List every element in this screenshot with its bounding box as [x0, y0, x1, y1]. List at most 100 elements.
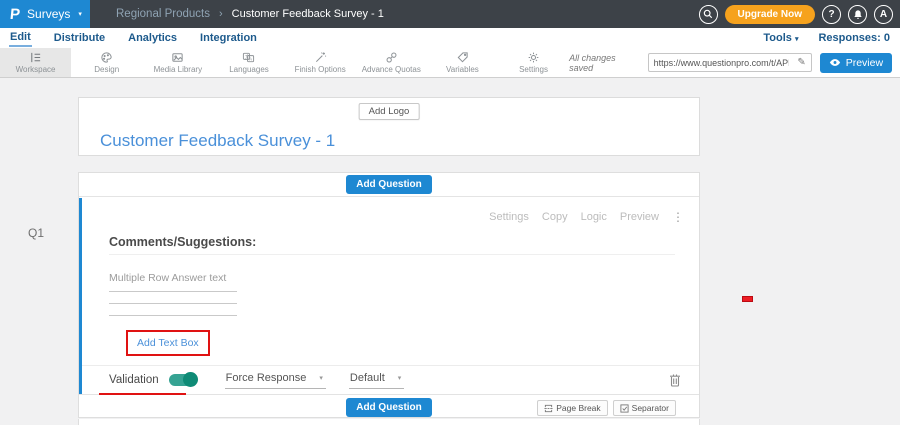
- add-question-row-top: Add Question: [79, 173, 699, 197]
- responses-count-link[interactable]: Responses: 0: [818, 32, 890, 44]
- breadcrumb-folder[interactable]: Regional Products: [116, 8, 210, 20]
- page-break-button[interactable]: Page Break: [537, 400, 607, 416]
- tab-analytics[interactable]: Analytics: [127, 30, 178, 46]
- toolbar-tab-settings[interactable]: Settings: [498, 48, 569, 77]
- edit-url-icon[interactable]: ✎: [792, 57, 810, 68]
- preview-button[interactable]: Preview: [820, 53, 892, 73]
- autosave-status: All changes saved: [569, 53, 639, 73]
- toolbar-tab-finish-options[interactable]: Finish Options: [285, 48, 356, 77]
- magic-wand-icon: [314, 51, 327, 64]
- toolbar-tab-label: Finish Options: [295, 65, 346, 74]
- separator-label: Separator: [632, 403, 669, 413]
- upgrade-now-button[interactable]: Upgrade Now: [725, 5, 815, 24]
- tab-distribute[interactable]: Distribute: [53, 30, 106, 46]
- surveys-menu[interactable]: P Surveys ▾: [0, 0, 90, 28]
- toolbar-tab-variables[interactable]: Variables: [427, 48, 498, 77]
- answer-placeholder[interactable]: Multiple Row Answer text: [109, 272, 226, 284]
- svg-text:A: A: [250, 56, 254, 61]
- survey-title[interactable]: Customer Feedback Survey - 1: [100, 131, 335, 151]
- question-logic-link[interactable]: Logic: [581, 211, 607, 223]
- force-response-dropdown[interactable]: Force Response ▾: [225, 372, 326, 389]
- topbar-actions: Upgrade Now ? A: [699, 5, 900, 24]
- toolbar-tab-design[interactable]: Design: [71, 48, 142, 77]
- breadcrumb-separator-icon: ›: [219, 8, 223, 20]
- survey-url-box: ✎: [648, 53, 812, 72]
- question-actions: Settings Copy Logic Preview ⋮: [489, 210, 685, 224]
- workspace-icon: [29, 51, 42, 64]
- question-footer-bar: Validation Force Response ▾ Default ▾: [82, 365, 699, 394]
- red-annotation-underline: [99, 393, 186, 395]
- question-card: Settings Copy Logic Preview ⋮ Comments/S…: [79, 198, 699, 394]
- chevron-down-icon: ▾: [319, 374, 323, 382]
- default-label: Default: [350, 372, 385, 384]
- tab-integration[interactable]: Integration: [199, 30, 258, 46]
- default-dropdown[interactable]: Default ▾: [349, 372, 404, 389]
- add-question-button-top[interactable]: Add Question: [346, 175, 432, 194]
- answer-row-line[interactable]: [109, 291, 237, 292]
- avatar-letter: A: [880, 9, 887, 20]
- edit-toolbar: Workspace Design Media Library 文A Langua…: [0, 48, 900, 78]
- question-preview-link[interactable]: Preview: [620, 211, 659, 223]
- answer-row-line[interactable]: [109, 315, 237, 316]
- gear-icon: [527, 51, 540, 64]
- notifications-button[interactable]: [848, 5, 867, 24]
- toolbar-tab-languages[interactable]: 文A Languages: [213, 48, 284, 77]
- trash-icon: [669, 373, 681, 387]
- delete-question-button[interactable]: [669, 373, 681, 392]
- questionpro-logo-icon: P: [9, 6, 21, 23]
- question-settings-link[interactable]: Settings: [489, 211, 529, 223]
- toolbar-tab-workspace[interactable]: Workspace: [0, 48, 71, 77]
- help-button[interactable]: ?: [822, 5, 841, 24]
- breadcrumb: Regional Products › Customer Feedback Su…: [116, 8, 384, 20]
- survey-url-input[interactable]: [649, 58, 793, 68]
- question-mark-icon: ?: [828, 9, 834, 20]
- separator-button[interactable]: Separator: [613, 400, 676, 416]
- page-break-label: Page Break: [556, 403, 600, 413]
- tools-menu[interactable]: Tools ▾: [763, 32, 798, 44]
- search-icon: [703, 9, 713, 19]
- toolbar-tab-label: Media Library: [154, 65, 202, 74]
- top-bar: P Surveys ▾ Regional Products › Customer…: [0, 0, 900, 28]
- question-copy-link[interactable]: Copy: [542, 211, 568, 223]
- media-image-icon: [171, 51, 184, 64]
- red-annotation-dash: [742, 296, 753, 302]
- question-section: Add Question Settings Copy Logic Preview…: [78, 172, 700, 418]
- toggle-knob: [183, 372, 198, 387]
- toolbar-tab-media-library[interactable]: Media Library: [142, 48, 213, 77]
- add-text-box-link[interactable]: Add Text Box: [128, 332, 208, 354]
- account-avatar[interactable]: A: [874, 5, 893, 24]
- toolbar-tab-label: Design: [94, 65, 119, 74]
- checkbox-checked-icon: [620, 404, 629, 413]
- nav-right: Tools ▾ Responses: 0: [763, 32, 890, 44]
- kebab-menu-icon[interactable]: ⋮: [672, 210, 685, 224]
- workspace-canvas: Q1 Add Logo Customer Feedback Survey - 1…: [0, 78, 900, 425]
- search-button[interactable]: [699, 5, 718, 24]
- app-window: P Surveys ▾ Regional Products › Customer…: [0, 0, 900, 425]
- page-break-icon: [544, 404, 553, 413]
- tab-edit[interactable]: Edit: [9, 29, 32, 47]
- survey-header-card: Add Logo Customer Feedback Survey - 1: [78, 97, 700, 156]
- toolbar-tab-label: Languages: [229, 65, 269, 74]
- chevron-down-icon: ▾: [398, 374, 402, 382]
- add-question-row-bottom: Add Question Page Break Separator: [79, 394, 699, 419]
- section-nav: Edit Distribute Analytics Integration To…: [0, 28, 900, 48]
- eye-icon: [829, 58, 841, 67]
- toolbar-tab-label: Variables: [446, 65, 479, 74]
- validation-label: Validation: [109, 374, 159, 386]
- toolbar-tab-label: Settings: [519, 65, 548, 74]
- question-number-label: Q1: [28, 226, 44, 240]
- add-logo-button[interactable]: Add Logo: [359, 103, 420, 120]
- chevron-down-icon: ▾: [78, 10, 82, 18]
- answer-row-line[interactable]: [109, 303, 237, 304]
- toolbar-tab-label: Workspace: [16, 65, 56, 74]
- question-text[interactable]: Comments/Suggestions:: [109, 235, 256, 249]
- add-question-button-bottom[interactable]: Add Question: [346, 398, 432, 417]
- toolbar-tab-label: Advance Quotas: [362, 65, 421, 74]
- quota-links-icon: [385, 51, 398, 64]
- breadcrumb-current: Customer Feedback Survey - 1: [232, 8, 384, 20]
- toolbar-tab-advance-quotas[interactable]: Advance Quotas: [356, 48, 427, 77]
- toolbar-right: All changes saved ✎ Preview: [569, 48, 900, 77]
- design-palette-icon: [100, 51, 113, 64]
- validation-toggle[interactable]: [169, 374, 196, 386]
- question-text-underline: [109, 254, 675, 255]
